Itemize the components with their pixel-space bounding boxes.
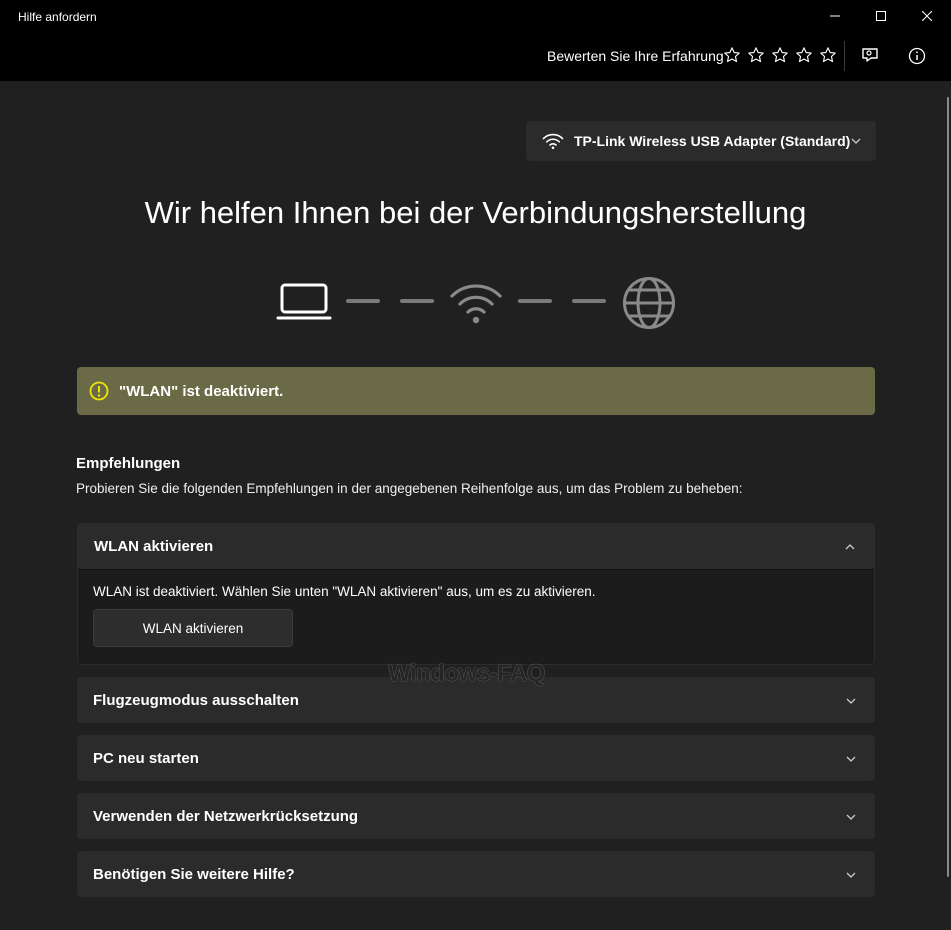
recommendation-label: Verwenden der Netzwerkrücksetzung xyxy=(93,807,359,825)
recommendation-panel-network-reset[interactable]: Verwenden der Netzwerkrücksetzung xyxy=(77,793,875,839)
recommendation-panel-wlan: WLAN aktivieren WLAN ist deaktiviert. Wä… xyxy=(77,523,875,665)
connection-dash xyxy=(346,299,380,303)
minimize-button[interactable] xyxy=(812,2,858,30)
recommendations-subtitle: Probieren Sie die folgenden Empfehlungen… xyxy=(76,481,743,496)
feedback-icon xyxy=(862,48,878,62)
minimize-icon xyxy=(830,15,840,17)
connection-dash xyxy=(400,299,434,303)
info-icon xyxy=(908,47,926,65)
recommendation-panel-restart[interactable]: PC neu starten xyxy=(77,735,875,781)
warning-text: "WLAN" ist deaktiviert. xyxy=(119,382,284,400)
recommendations-title: Empfehlungen xyxy=(76,455,181,472)
globe-icon xyxy=(623,277,675,329)
laptop-icon xyxy=(276,283,332,320)
chevron-down-icon xyxy=(851,138,861,144)
adapter-selected: TP-Link Wireless USB Adapter (Standard) xyxy=(574,133,851,149)
enable-wlan-button[interactable]: WLAN aktivieren xyxy=(93,609,293,647)
warning-icon xyxy=(89,381,109,401)
chevron-down-icon xyxy=(846,756,856,762)
warning-banner: "WLAN" ist deaktiviert. xyxy=(77,367,875,415)
connection-dash xyxy=(572,299,606,303)
rating-stars xyxy=(722,45,838,65)
chevron-down-icon xyxy=(846,872,856,878)
maximize-button[interactable] xyxy=(858,2,904,30)
recommendation-label: PC neu starten xyxy=(93,749,199,767)
recommendation-label: Flugzeugmodus ausschalten xyxy=(93,691,299,709)
recommendation-label: Benötigen Sie weitere Hilfe? xyxy=(93,865,295,883)
recommendation-body: WLAN ist deaktiviert. Wählen Sie unten "… xyxy=(78,570,874,663)
star-icon[interactable] xyxy=(794,45,814,65)
title-bar: Hilfe anfordern Bewerten Sie Ihre Erfahr… xyxy=(0,0,951,80)
recommendation-description: WLAN ist deaktiviert. Wählen Sie unten "… xyxy=(93,584,596,599)
rate-experience-label: Bewerten Sie Ihre Erfahrung xyxy=(547,48,724,64)
wifi-icon xyxy=(542,133,564,150)
page-title: Wir helfen Ihnen bei der Verbindungshers… xyxy=(144,195,807,230)
adapter-dropdown[interactable]: TP-Link Wireless USB Adapter (Standard) xyxy=(526,121,876,161)
close-icon xyxy=(922,11,932,21)
recommendation-header[interactable]: PC neu starten xyxy=(77,735,875,781)
recommendation-header[interactable]: Benötigen Sie weitere Hilfe? xyxy=(77,851,875,897)
star-icon[interactable] xyxy=(722,45,742,65)
chevron-down-icon xyxy=(846,698,856,704)
wifi-icon xyxy=(450,284,502,324)
recommendation-label: WLAN aktivieren xyxy=(94,538,214,555)
star-icon[interactable] xyxy=(818,45,838,65)
window-title: Hilfe anfordern xyxy=(18,10,97,24)
info-button[interactable] xyxy=(905,44,929,68)
connection-dash xyxy=(518,299,552,303)
recommendation-header[interactable]: WLAN aktivieren xyxy=(78,524,874,570)
close-button[interactable] xyxy=(904,2,950,30)
maximize-icon xyxy=(876,11,886,21)
feedback-button[interactable] xyxy=(858,44,882,68)
recommendation-panel-more-help[interactable]: Benötigen Sie weitere Hilfe? xyxy=(77,851,875,897)
watermark: Windows-FAQ xyxy=(388,660,545,687)
toolbar-divider xyxy=(844,41,845,71)
recommendation-header[interactable]: Verwenden der Netzwerkrücksetzung xyxy=(77,793,875,839)
star-icon[interactable] xyxy=(770,45,790,65)
chevron-up-icon xyxy=(845,544,855,550)
main-content: TP-Link Wireless USB Adapter (Standard) … xyxy=(0,81,951,930)
chevron-down-icon xyxy=(846,814,856,820)
star-icon[interactable] xyxy=(746,45,766,65)
connection-diagram xyxy=(276,274,676,334)
